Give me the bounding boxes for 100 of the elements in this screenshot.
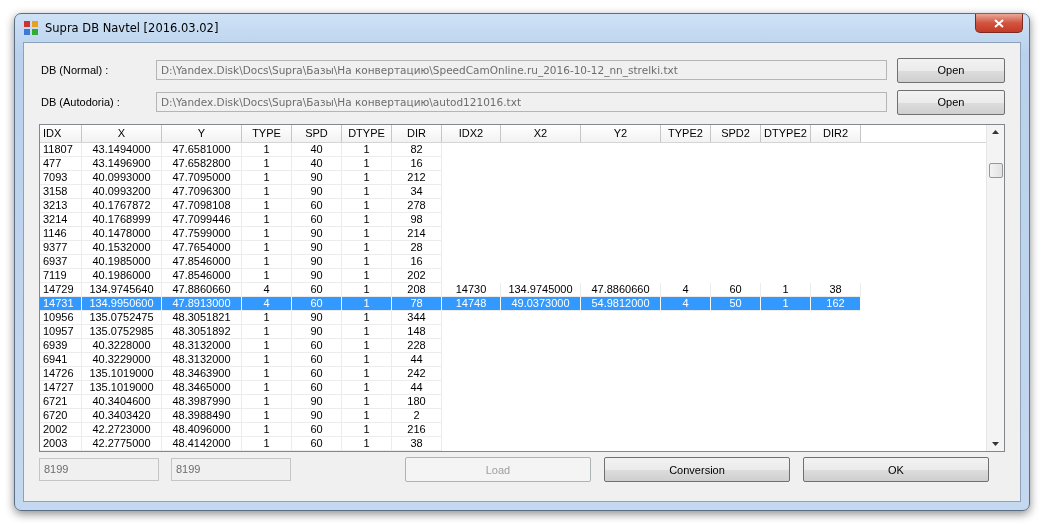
table-cell: 48.3051892 bbox=[162, 325, 242, 339]
table-cell: 54.9812000 bbox=[581, 297, 661, 311]
table-cell: 1 bbox=[342, 269, 392, 283]
table-row[interactable]: 3213 40.1767872 47.7098108 1 60 1 278 bbox=[40, 199, 861, 213]
table-row[interactable]: 7093 40.0993000 47.7095000 1 90 1 212 bbox=[40, 171, 861, 185]
table-cell: 7119 bbox=[40, 269, 82, 283]
table-row[interactable]: 3214 40.1768999 47.7099446 1 60 1 98 bbox=[40, 213, 861, 227]
column-header[interactable]: DTYPE2 bbox=[761, 125, 811, 142]
table-row[interactable]: 6720 40.3403420 48.3988490 1 90 1 2 bbox=[40, 409, 861, 423]
table-cell: 1 bbox=[342, 185, 392, 199]
table-cell: 1 bbox=[242, 227, 292, 241]
scroll-thumb[interactable] bbox=[988, 163, 1003, 178]
table-cell: 162 bbox=[811, 297, 861, 311]
table-cell: 135.0752985 bbox=[82, 325, 162, 339]
table-cell: 1 bbox=[242, 171, 292, 185]
table-cell: 10957 bbox=[40, 325, 82, 339]
table-cell: 1 bbox=[342, 437, 392, 451]
table-cell: 16 bbox=[392, 157, 442, 171]
table-cell: 47.7098108 bbox=[162, 199, 242, 213]
table-cell: 48.4142000 bbox=[162, 437, 242, 451]
column-header[interactable]: TYPE2 bbox=[661, 125, 711, 142]
table-cell: 28 bbox=[392, 241, 442, 255]
ok-button[interactable]: OK bbox=[803, 457, 989, 482]
column-header[interactable]: IDX2 bbox=[442, 125, 501, 142]
vertical-scrollbar[interactable] bbox=[986, 125, 1004, 451]
table-row[interactable]: 6941 40.3229000 48.3132000 1 60 1 44 bbox=[40, 353, 861, 367]
table-cell: 47.6581000 bbox=[162, 143, 242, 157]
table-row[interactable]: 6937 40.1985000 47.8546000 1 90 1 16 bbox=[40, 255, 861, 269]
table-cell: 1 bbox=[342, 311, 392, 325]
down-arrow-icon[interactable] bbox=[992, 442, 999, 446]
path-field[interactable]: D:\Yandex.Disk\Docs\Supra\Базы\На конвертацию\SpeedCamOnline.ru_2016-10-12_nn_strelki.txt bbox=[155, 60, 887, 80]
column-header[interactable]: X2 bbox=[501, 125, 581, 142]
table-cell: 14727 bbox=[40, 381, 82, 395]
table-cell: 48.3988490 bbox=[162, 409, 242, 423]
column-header[interactable]: IDX bbox=[40, 125, 82, 142]
table-cell: 44 bbox=[392, 353, 442, 367]
column-header[interactable]: Y2 bbox=[581, 125, 661, 142]
column-header[interactable]: TYPE bbox=[242, 125, 292, 142]
table-cell: 34 bbox=[392, 185, 442, 199]
column-header[interactable]: DTYPE bbox=[342, 125, 392, 142]
table-row[interactable]: 6721 40.3404600 48.3987990 1 90 1 180 bbox=[40, 395, 861, 409]
column-header[interactable]: SPD bbox=[292, 125, 342, 142]
table-cell: 6941 bbox=[40, 353, 82, 367]
table-row[interactable]: 9377 40.1532000 47.7654000 1 90 1 28 bbox=[40, 241, 861, 255]
table-cell: 6721 bbox=[40, 395, 82, 409]
table-cell: 90 bbox=[292, 227, 342, 241]
table-cell: 7093 bbox=[40, 171, 82, 185]
table-cell: 48.3465000 bbox=[162, 381, 242, 395]
up-arrow-icon[interactable] bbox=[992, 130, 999, 134]
open-button[interactable]: Open bbox=[897, 89, 1005, 115]
table-row[interactable]: 477 43.1496900 47.6582800 1 40 1 16 bbox=[40, 157, 861, 171]
table-cell: 180 bbox=[392, 395, 442, 409]
table-cell: 42.2775000 bbox=[82, 437, 162, 451]
column-header[interactable]: SPD2 bbox=[711, 125, 761, 142]
table-cell: 14726 bbox=[40, 367, 82, 381]
table-cell: 47.7654000 bbox=[162, 241, 242, 255]
open-button[interactable]: Open bbox=[897, 57, 1005, 83]
table-row[interactable]: 2002 42.2723000 48.4096000 1 60 1 216 bbox=[40, 423, 861, 437]
table-cell: 47.8546000 bbox=[162, 255, 242, 269]
table-row[interactable]: 14727 135.1019000 48.3465000 1 60 1 44 bbox=[40, 381, 861, 395]
table-row[interactable]: 3158 40.0993200 47.7096300 1 90 1 34 bbox=[40, 185, 861, 199]
table-cell: 135.0752475 bbox=[82, 311, 162, 325]
table-cell: 49.0373000 bbox=[501, 297, 581, 311]
conversion-button[interactable]: Conversion bbox=[604, 457, 790, 482]
table-cell: 90 bbox=[292, 395, 342, 409]
column-header[interactable]: DIR bbox=[392, 125, 442, 142]
column-header[interactable]: X bbox=[82, 125, 162, 142]
table-cell: 242 bbox=[392, 367, 442, 381]
table-row[interactable]: 11807 43.1494000 47.6581000 1 40 1 82 bbox=[40, 143, 861, 157]
table-cell: 42.2723000 bbox=[82, 423, 162, 437]
table-cell: 2 bbox=[392, 409, 442, 423]
table-cell: 90 bbox=[292, 241, 342, 255]
table-cell: 1 bbox=[242, 353, 292, 367]
table-row[interactable]: 14726 135.1019000 48.3463900 1 60 1 242 bbox=[40, 367, 861, 381]
table-cell: 1 bbox=[242, 325, 292, 339]
table-cell: 135.1019000 bbox=[82, 381, 162, 395]
table-cell: 60 bbox=[292, 297, 342, 311]
table-cell: 1 bbox=[242, 409, 292, 423]
table-cell: 90 bbox=[292, 255, 342, 269]
table-cell: 90 bbox=[292, 311, 342, 325]
table-cell: 48.3051821 bbox=[162, 311, 242, 325]
table-cell: 9377 bbox=[40, 241, 82, 255]
table-row[interactable]: 10957 135.0752985 48.3051892 1 90 1 148 bbox=[40, 325, 861, 339]
table-row[interactable]: 6939 40.3228000 48.3132000 1 60 1 228 bbox=[40, 339, 861, 353]
close-button[interactable] bbox=[975, 14, 1023, 33]
field-label: DB (Autodoria) : bbox=[40, 96, 121, 108]
table-row[interactable]: 2003 42.2775000 48.4142000 1 60 1 38 bbox=[40, 437, 861, 451]
table-cell: 60 bbox=[292, 381, 342, 395]
table-cell: 6720 bbox=[40, 409, 82, 423]
table-row[interactable]: 10956 135.0752475 48.3051821 1 90 1 344 bbox=[40, 311, 861, 325]
table-cell: 60 bbox=[292, 213, 342, 227]
table-row[interactable]: 1146 40.1478000 47.7599000 1 90 1 214 bbox=[40, 227, 861, 241]
column-header[interactable]: DIR2 bbox=[811, 125, 861, 142]
table-cell: 1 bbox=[242, 437, 292, 451]
path-field[interactable]: D:\Yandex.Disk\Docs\Supra\Базы\На конвертацию\autod121016.txt bbox=[155, 92, 887, 112]
table-cell: 1 bbox=[242, 255, 292, 269]
table-cell: 40.0993000 bbox=[82, 171, 162, 185]
table-cell: 47.7099446 bbox=[162, 213, 242, 227]
table-row[interactable]: 7119 40.1986000 47.8546000 1 90 1 202 bbox=[40, 269, 861, 283]
column-header[interactable]: Y bbox=[162, 125, 242, 142]
